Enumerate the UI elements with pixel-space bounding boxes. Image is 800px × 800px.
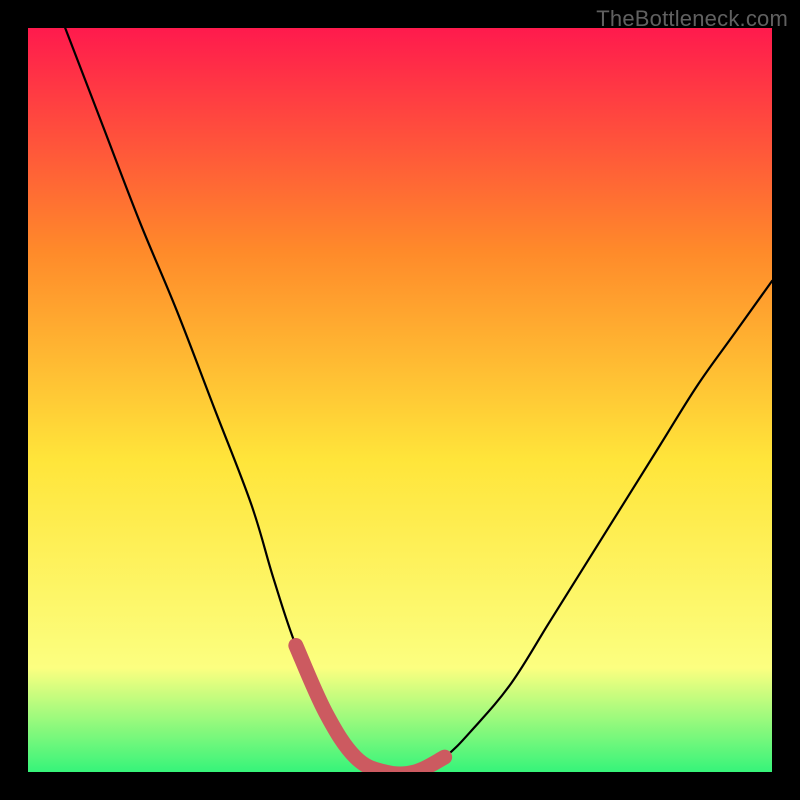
watermark-label: TheBottleneck.com	[596, 6, 788, 32]
plot-area	[28, 28, 772, 772]
chart-frame: TheBottleneck.com	[0, 0, 800, 800]
gradient-background	[28, 28, 772, 772]
bottleneck-chart-svg	[28, 28, 772, 772]
